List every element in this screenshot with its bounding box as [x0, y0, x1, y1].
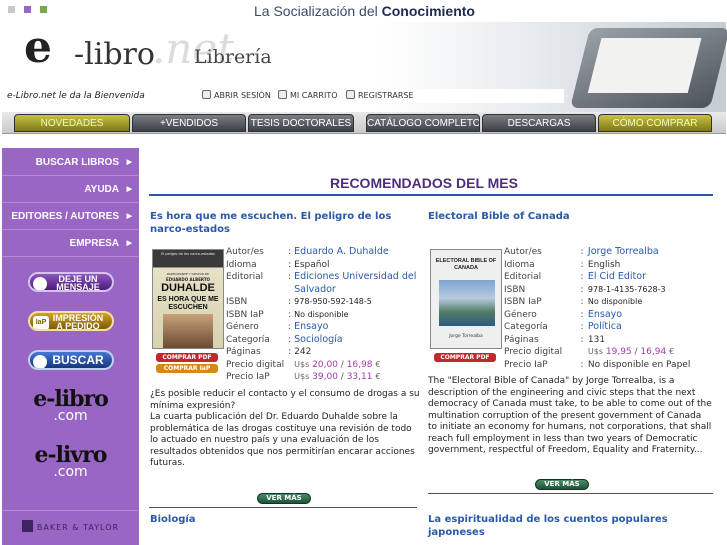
books-icon — [21, 520, 33, 532]
lock-icon — [202, 90, 211, 99]
iap-badge: IaP — [33, 316, 49, 329]
book1-author-link[interactable]: Eduardo A. Duhalde — [294, 246, 389, 257]
sidebar-item-empresa[interactable]: EMPRESA ▶ — [2, 231, 139, 257]
book2-author-link[interactable]: Jorge Torrealba — [588, 246, 659, 257]
tab-novedades[interactable]: NOVEDADES — [14, 114, 130, 132]
tab-tesis-doctorales[interactable]: TESIS DOCTORALES — [248, 114, 354, 132]
book2-buy-pdf-button[interactable]: COMPRAR PDF — [434, 353, 496, 362]
elibro-com-logo[interactable]: e-libro .com — [2, 388, 139, 423]
logo-e: e — [24, 22, 52, 73]
login-link[interactable]: ABRIR SESIÓN — [202, 89, 271, 103]
ebook-reader-image — [570, 28, 727, 108]
site-slogan: La Socialización del Conocimiento — [254, 3, 475, 19]
envelope-icon — [33, 277, 47, 290]
book1-buy-pdf-button[interactable]: COMPRAR PDF — [156, 353, 218, 362]
logo-section-name: Librería — [194, 46, 272, 68]
book2-cover[interactable]: ELECTORAL BIBLE OF CANADA Jorge Torrealb… — [430, 249, 502, 349]
book1-details: Autor/es: Eduardo A. Duhalde Idioma: Españ… — [226, 246, 417, 382]
sidebar: BUSCAR LIBROS ▶ AYUDA ▶ EDITORES / AUTORES… — [2, 148, 139, 545]
header-banner: .net e -libro Librería e-Libro.net le da… — [2, 22, 727, 114]
search-button[interactable]: BUSCAR — [28, 350, 114, 370]
welcome-bar: e-Libro.net le da la Bienvenida ABRIR SE… — [4, 89, 564, 103]
book1-description: ¿Es posible reducir el contacto y el con… — [150, 389, 420, 468]
leave-message-button[interactable]: DEJE UN MENSAJE — [28, 272, 114, 292]
sidebar-item-buscar-libros[interactable]: BUSCAR LIBROS ▶ — [2, 150, 139, 176]
book1-category-link[interactable]: Sociología — [294, 334, 342, 345]
book1-genre-link[interactable]: Ensayo — [294, 321, 328, 332]
book2-title-link[interactable]: Electoral Bible of Canada — [428, 210, 714, 223]
tab-mas-vendidos[interactable]: +VENDIDOS — [132, 114, 246, 132]
book1-divider — [149, 507, 417, 508]
cart-icon — [278, 90, 287, 99]
baker-taylor-logo[interactable]: BAKER & TAYLOR — [2, 510, 139, 544]
book2-divider — [428, 493, 713, 494]
arrow-right-icon: ▶ — [126, 240, 132, 247]
arrow-right-icon: ▶ — [126, 213, 132, 220]
section-title: RECOMENDADOS DEL MES — [330, 175, 518, 191]
magnifier-icon — [33, 355, 47, 368]
book1-ver-mas-button[interactable]: VER MÁS — [257, 493, 311, 504]
tab-como-comprar[interactable]: CÓMO COMPRAR — [598, 114, 712, 132]
arrow-right-icon: ▶ — [126, 186, 132, 193]
logo-libro: -libro — [74, 37, 155, 72]
book2-details: Autor/es: Jorge Torrealba Idioma: English … — [504, 246, 691, 370]
book1-cover[interactable]: El peligro de los narco-estados PARTICIP… — [152, 249, 224, 349]
book2-genre-link[interactable]: Ensayo — [588, 309, 622, 320]
main-nav: NOVEDADES +VENDIDOS TESIS DOCTORALES CAT… — [2, 112, 726, 134]
book1-buy-iap-button[interactable]: COMPRAR IaP — [156, 364, 218, 373]
sidebar-item-ayuda[interactable]: AYUDA ▶ — [2, 177, 139, 203]
deco-square-gray — [8, 6, 15, 13]
tab-descargas[interactable]: DESCARGAS — [482, 114, 596, 132]
book2-ver-mas-button[interactable]: VER MÁS — [535, 479, 589, 490]
pencil-icon — [346, 90, 355, 99]
page: La Socialización del Conocimiento .net e… — [0, 0, 727, 545]
register-link[interactable]: REGISTRARSE — [346, 89, 414, 103]
book2-description: The "Electoral Bible of Canada" by Jorge… — [428, 376, 712, 455]
cart-link[interactable]: MI CARRITO — [278, 89, 338, 103]
sidebar-item-editores-autores[interactable]: EDITORES / AUTORES ▶ — [2, 204, 139, 230]
title-divider — [149, 194, 713, 196]
print-on-demand-button[interactable]: IaP IMPRESIÓN A PEDIDO — [28, 311, 114, 331]
welcome-text: e-Libro.net le da la Bienvenida — [7, 91, 145, 101]
tab-catalogo-completo[interactable]: CATÁLOGO COMPLETO — [366, 114, 480, 132]
elivro-com-logo[interactable]: e-livro .com — [2, 444, 139, 479]
book2-category-link[interactable]: Política — [588, 321, 622, 332]
arrow-right-icon: ▶ — [126, 159, 132, 166]
book1-publisher-link[interactable]: Ediciones Universidad del Salvador — [294, 271, 416, 295]
book3-title-link[interactable]: Biología — [150, 513, 412, 526]
book1-title-link[interactable]: Es hora que me escuchen. El peligro de l… — [150, 210, 412, 236]
deco-square-green — [40, 6, 47, 13]
deco-square-purple — [24, 6, 31, 13]
book4-title-link[interactable]: La espiritualidad de los cuentos popular… — [428, 513, 714, 539]
book2-publisher-link[interactable]: El Cid Editor — [588, 271, 646, 282]
